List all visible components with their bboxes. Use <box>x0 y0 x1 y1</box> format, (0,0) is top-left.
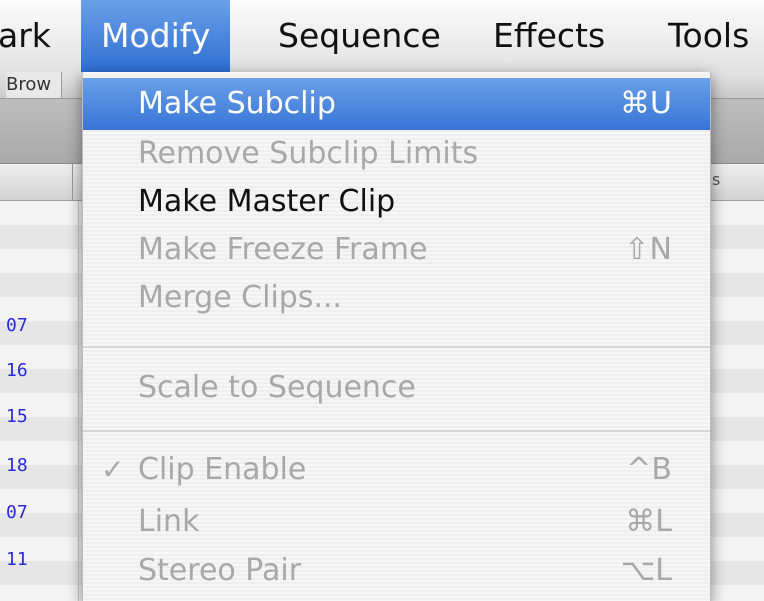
menu-item-label: Scale to Sequence <box>138 370 416 405</box>
browser-tab[interactable]: Brow <box>6 72 63 98</box>
menu-item-stereo-pair[interactable]: Stereo Pair ⌥L <box>83 545 710 597</box>
row-number: 18 <box>6 455 28 476</box>
menu-item-merge-clips[interactable]: Merge Clips... <box>83 272 710 324</box>
menu-item-shortcut: ⌥L <box>620 553 672 588</box>
menu-item-shortcut: ⇧N <box>624 232 672 267</box>
menu-item-label: Merge Clips... <box>138 280 343 315</box>
menu-item-make-freeze-frame[interactable]: Make Freeze Frame ⇧N <box>83 224 710 276</box>
menu-tools[interactable]: Tools <box>668 0 749 72</box>
row-number: 16 <box>6 360 28 381</box>
row-number: 11 <box>6 549 28 570</box>
menu-item-shortcut: ^B <box>626 452 672 487</box>
menu-item-shortcut: ⌘L <box>625 504 672 539</box>
row-number: 07 <box>6 315 28 336</box>
menu-separator <box>83 346 710 348</box>
menu-item-label: Clip Enable <box>138 452 307 487</box>
menu-bar: ark Modify Sequence Effects Tools <box>0 0 764 73</box>
menu-item-clip-enable[interactable]: ✓ Clip Enable ^B <box>83 444 710 496</box>
menu-sequence[interactable]: Sequence <box>278 0 441 72</box>
menu-effects[interactable]: Effects <box>493 0 605 72</box>
row-number: 15 <box>6 406 28 427</box>
menu-item-label: Make Subclip <box>138 86 336 121</box>
header-divider <box>72 164 73 200</box>
menu-item-shortcut: ⌘U <box>620 86 672 121</box>
menu-item-label: Make Master Clip <box>138 184 396 219</box>
menu-item-link[interactable]: Link ⌘L <box>83 496 710 548</box>
row-number: 07 <box>6 502 28 523</box>
check-icon: ✓ <box>101 453 125 486</box>
menu-item-label: Remove Subclip Limits <box>138 136 479 171</box>
menu-item-make-subclip[interactable]: Make Subclip ⌘U <box>83 78 710 130</box>
menu-item-label: Link <box>138 504 200 539</box>
modify-menu-dropdown: Make Subclip ⌘U Remove Subclip Limits Ma… <box>82 72 711 601</box>
menu-item-make-master-clip[interactable]: Make Master Clip <box>83 176 710 228</box>
menu-item-label: Stereo Pair <box>138 553 302 588</box>
column-separator <box>78 201 79 601</box>
menu-modify[interactable]: Modify <box>81 0 231 72</box>
menu-item-scale-to-sequence[interactable]: Scale to Sequence <box>83 362 710 414</box>
menu-mark[interactable]: ark <box>0 0 51 72</box>
menu-item-remove-subclip-limits[interactable]: Remove Subclip Limits <box>83 128 710 180</box>
menu-separator <box>83 430 710 432</box>
column-header-partial: s <box>712 170 721 189</box>
menu-item-label: Make Freeze Frame <box>138 232 428 267</box>
